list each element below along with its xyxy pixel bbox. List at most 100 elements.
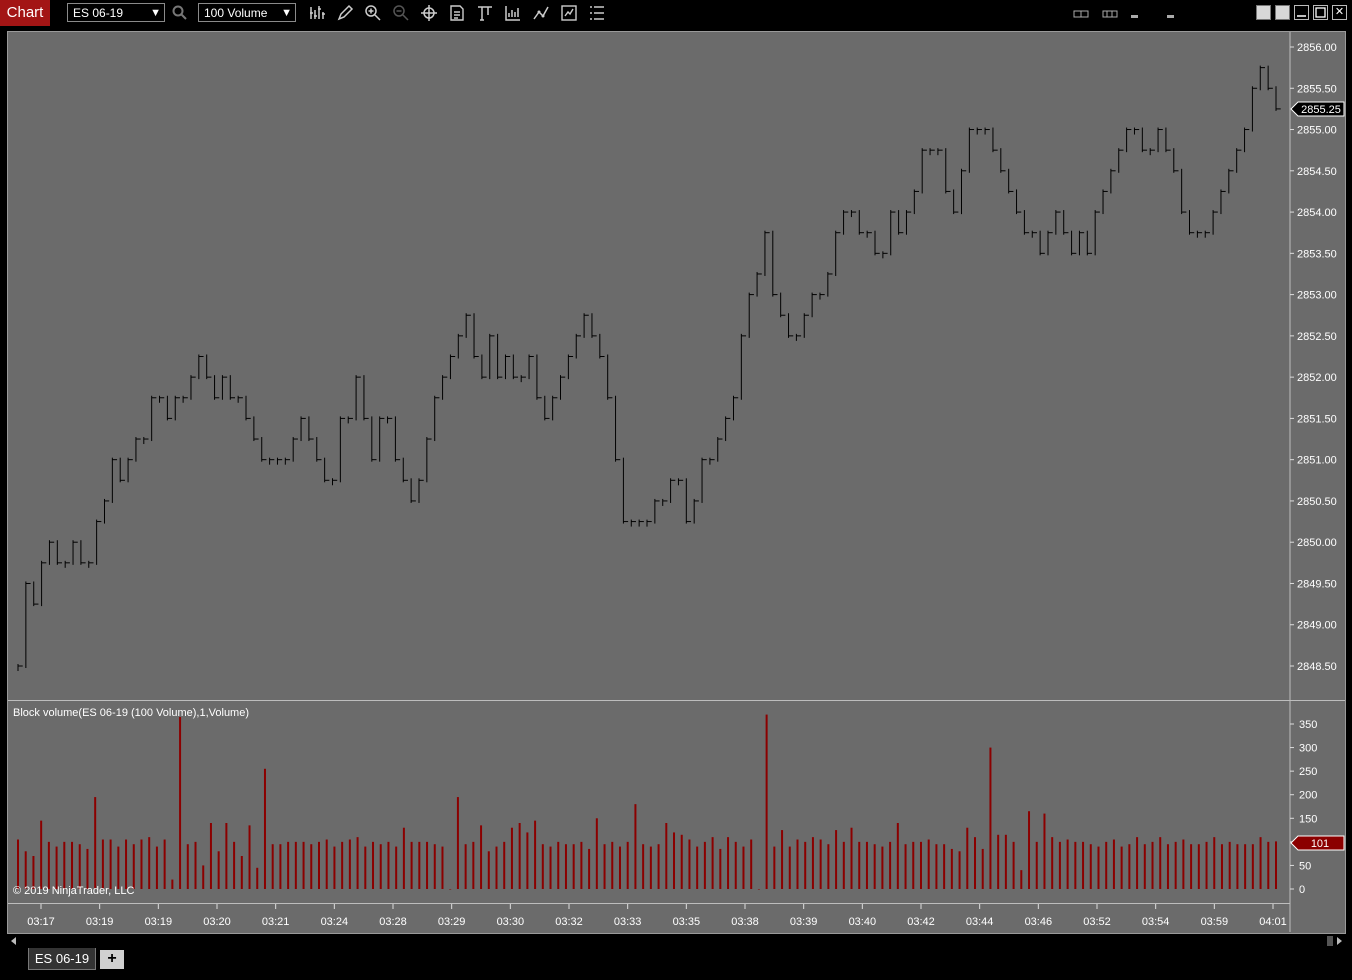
templates-icon[interactable] (588, 4, 606, 22)
volume-indicator-title: Block volume(ES 06-19 (100 Volume),1,Vol… (13, 707, 249, 719)
tab-es-06-19[interactable]: ES 06-19 (28, 948, 96, 970)
volume-bar (248, 825, 251, 889)
volume-axis-label: 200 (1299, 790, 1317, 802)
volume-bar (1220, 844, 1223, 889)
minimize-panel-icon[interactable] (1130, 9, 1140, 19)
volume-bar (1112, 839, 1115, 889)
price-axis: 2856.00 2855.50 2855.00 2854.50 2854.00 2853.… (1290, 42, 1337, 673)
volume-bar (240, 856, 243, 889)
volume-bar (125, 839, 128, 889)
crosshair-icon[interactable] (420, 4, 438, 22)
volume-bar (148, 837, 151, 889)
window-options-button[interactable] (1275, 5, 1290, 20)
scroll-left-icon[interactable] (11, 937, 16, 945)
add-tab-button[interactable]: + (100, 950, 124, 969)
volume-bar (101, 839, 104, 889)
volume-bar (1058, 841, 1061, 889)
last-price-marker: 2855.25 (1290, 101, 1345, 117)
draw-tools-icon[interactable] (336, 4, 354, 22)
zoom-in-icon[interactable] (364, 4, 382, 22)
last-price-label: 2855.25 (1301, 104, 1341, 116)
volume-bar (271, 844, 274, 889)
chart-canvas[interactable]: 2856.00 2855.50 2855.00 2854.50 2854.00 2853.… (8, 32, 1345, 933)
chart-tab[interactable]: Chart (0, 0, 50, 26)
price-bars (17, 65, 1281, 671)
time-axis-label: 03:17 (27, 916, 55, 928)
volume-bar (1051, 837, 1054, 889)
price-axis-label: 2848.50 (1297, 661, 1337, 673)
scroll-thumb[interactable] (1327, 936, 1333, 946)
volume-bar (433, 844, 436, 889)
search-icon[interactable] (171, 4, 189, 22)
volume-bar (1267, 841, 1270, 889)
maximize-button[interactable] (1313, 5, 1328, 20)
bar-type-icon[interactable] (476, 4, 494, 22)
strategies-icon[interactable] (532, 4, 550, 22)
link-button[interactable] (1256, 5, 1271, 20)
volume-bar (63, 841, 66, 889)
volume-axis: 350300250200150100500 (1290, 719, 1317, 896)
volume-bar (17, 839, 19, 889)
time-axis-label: 03:32 (555, 916, 583, 928)
scroll-right-icon[interactable] (1337, 937, 1342, 945)
volume-bar (503, 841, 506, 889)
volume-bar (140, 839, 143, 889)
price-axis-label: 2854.50 (1297, 166, 1337, 178)
data-series-icon[interactable] (308, 4, 326, 22)
instrument-value: ES 06-19 (73, 6, 124, 20)
minimize-button[interactable] (1294, 5, 1309, 20)
volume-bar (71, 841, 74, 889)
volume-axis-label: 350 (1299, 719, 1317, 731)
volume-bars (17, 714, 1277, 890)
volume-bar (317, 841, 320, 889)
volume-bar (263, 768, 266, 889)
volume-bar (364, 846, 367, 889)
volume-bar (611, 841, 614, 889)
volume-bar (472, 841, 475, 889)
volume-bar (40, 820, 43, 889)
time-axis-label: 03:42 (907, 916, 935, 928)
volume-bar (356, 837, 359, 889)
price-axis-label: 2849.50 (1297, 578, 1337, 590)
volume-bar (387, 841, 390, 889)
volume-bar (981, 848, 984, 889)
price-axis-label: 2851.50 (1297, 413, 1337, 425)
volume-bar (835, 830, 838, 889)
volume-bar (480, 825, 483, 889)
instrument-selector[interactable]: ES 06-19 ▼ (67, 3, 165, 22)
volume-bar (47, 841, 50, 889)
tile-horizontal-icon[interactable] (1073, 9, 1089, 19)
volume-bar (943, 844, 946, 889)
volume-bar (850, 827, 853, 889)
volume-bar (86, 848, 89, 889)
horizontal-scrollbar[interactable] (7, 934, 1346, 948)
zoom-out-icon[interactable] (392, 4, 410, 22)
volume-bar (171, 879, 174, 889)
volume-axis-label: 0 (1299, 884, 1305, 896)
time-axis-label: 03:39 (790, 916, 818, 928)
volume-bar (765, 714, 768, 889)
tile-vertical-icon[interactable] (1102, 9, 1118, 19)
volume-bar (557, 841, 560, 889)
volume-bar (1012, 841, 1015, 889)
volume-bar (634, 804, 637, 889)
volume-bar (757, 889, 760, 890)
volume-bar (950, 848, 953, 889)
volume-bar (1174, 841, 1177, 889)
chart-trader-icon[interactable] (560, 4, 578, 22)
volume-bar (1105, 841, 1108, 889)
time-axis-label: 03:46 (1025, 916, 1053, 928)
volume-bar (1197, 844, 1200, 889)
close-button[interactable]: ✕ (1332, 5, 1347, 20)
volume-bar (1166, 844, 1169, 889)
indicators-icon[interactable] (504, 4, 522, 22)
volume-bar (1182, 839, 1185, 889)
time-axis-label: 03:52 (1083, 916, 1111, 928)
volume-bar (510, 827, 513, 889)
volume-bar (256, 867, 259, 889)
bar-type-selector[interactable]: 100 Volume ▼ (198, 3, 296, 22)
volume-bar (572, 844, 575, 889)
collapse-panel-icon[interactable] (1166, 9, 1176, 19)
chart-properties-icon[interactable] (448, 4, 466, 22)
volume-bar (927, 839, 930, 889)
